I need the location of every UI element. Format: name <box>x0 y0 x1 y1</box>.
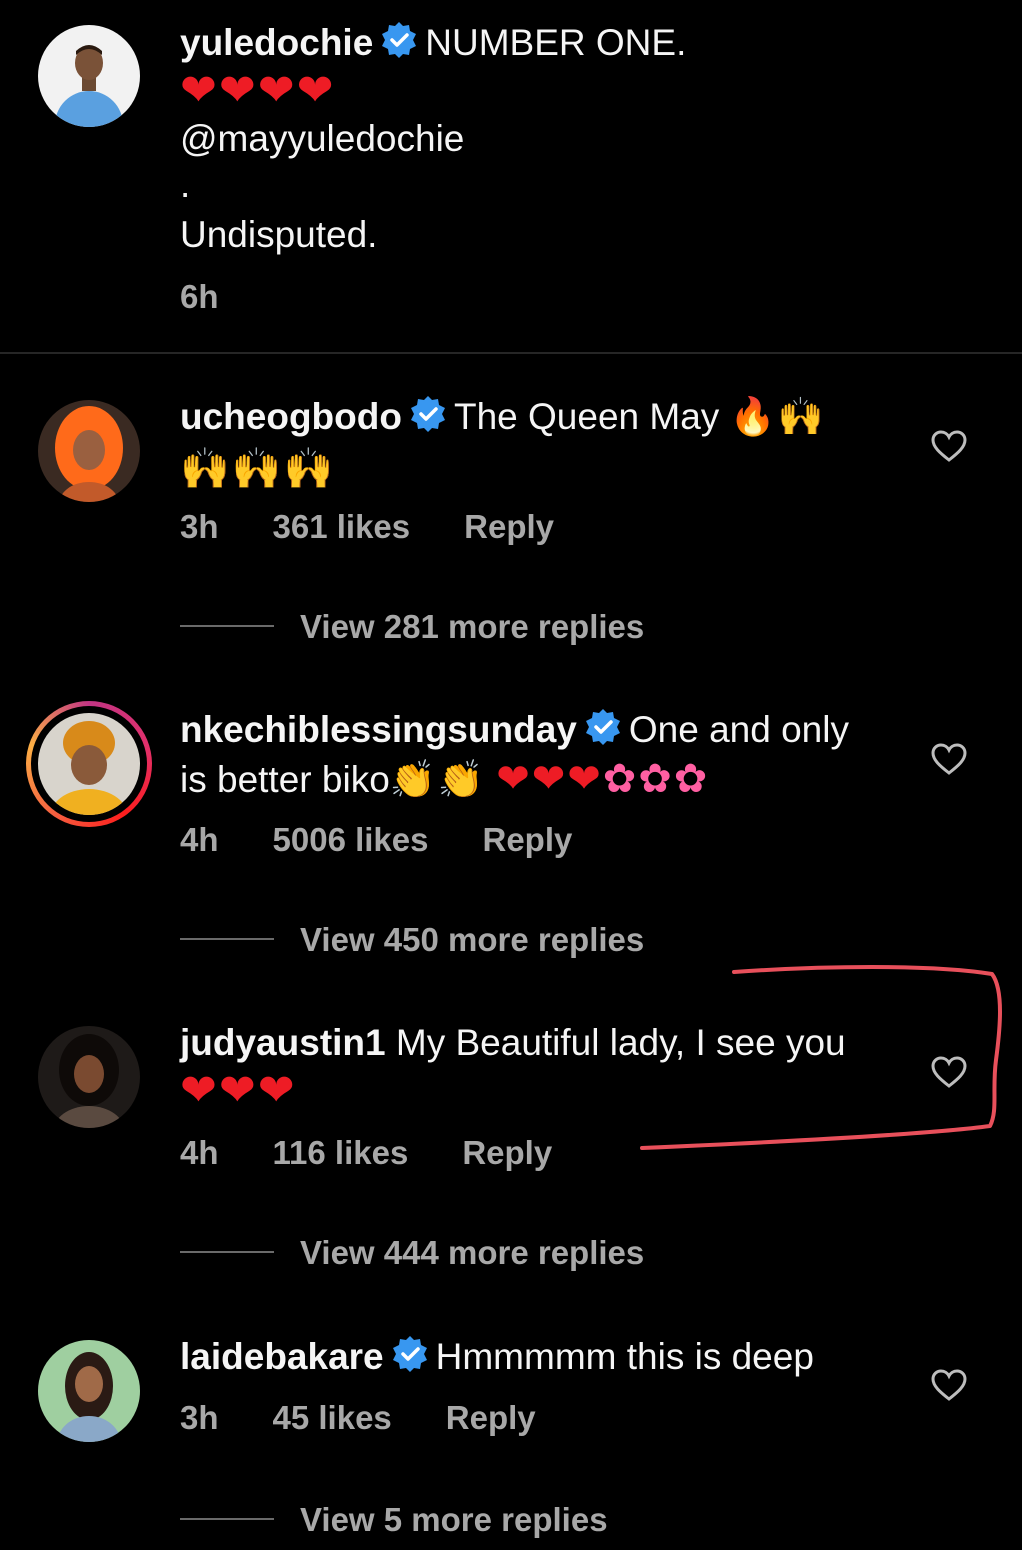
caption-line-1: yuledochie NUMBER ONE. <box>180 20 686 66</box>
comment-2-view-replies-label: View 450 more replies <box>300 921 645 958</box>
caption-timestamp: 6h <box>180 278 219 315</box>
caption-dot: . <box>180 164 191 205</box>
caption-username[interactable]: yuledochie <box>180 22 373 63</box>
avatar-ucheogbodo[interactable] <box>38 400 140 502</box>
comment-1-emoji-line: 🙌🙌🙌 <box>180 446 336 492</box>
comment-4-view-replies[interactable]: View 5 more replies <box>180 1501 608 1539</box>
view-replies-dash <box>180 625 274 627</box>
comment-3-hearts: ❤❤❤ <box>180 1065 297 1116</box>
comment-3-reply-button[interactable]: Reply <box>462 1134 552 1171</box>
comment-2-text-line-2: is better biko <box>180 759 390 800</box>
comment-1-username[interactable]: ucheogbodo <box>180 396 402 437</box>
comment-3-like-heart-icon[interactable] <box>930 1055 968 1089</box>
comment-3-likes[interactable]: 116 likes <box>273 1134 409 1171</box>
comment-2-meta: 4h 5006 likes Reply <box>180 821 626 859</box>
comment-2-likes[interactable]: 5006 likes <box>273 821 429 858</box>
comment-3-view-replies-label: View 444 more replies <box>300 1234 645 1271</box>
comment-2-clap-emoji: 👏👏 <box>389 758 486 801</box>
comment-4-line-1: laidebakare Hmmmmm this is deep <box>180 1334 814 1380</box>
verified-badge-icon <box>390 1334 430 1374</box>
comment-1-like-heart-icon[interactable] <box>930 429 968 463</box>
avatar-laidebakare-image <box>38 1340 140 1442</box>
caption-text-1: NUMBER ONE. <box>425 22 687 63</box>
comment-4-text: Hmmmmm this is deep <box>435 1336 814 1377</box>
comment-4-reply-button[interactable]: Reply <box>446 1399 536 1436</box>
comment-2-like-heart-icon[interactable] <box>930 742 968 776</box>
view-replies-dash <box>180 1251 274 1253</box>
comment-2-view-replies[interactable]: View 450 more replies <box>180 921 644 959</box>
caption-divider <box>0 352 1022 354</box>
comment-3-text: My Beautiful lady, I see you <box>395 1022 846 1063</box>
avatar-yuledochie-image <box>38 25 140 127</box>
avatar-judyaustin1[interactable] <box>38 1026 140 1128</box>
avatar-laidebakare[interactable] <box>38 1340 140 1442</box>
avatar-yuledochie[interactable] <box>38 25 140 127</box>
caption-text-undisputed: Undisputed. <box>180 214 378 255</box>
caption-hearts: ❤❤❤❤ <box>180 65 336 116</box>
caption-mention[interactable]: @mayyuledochie <box>180 116 464 162</box>
comment-1-view-replies[interactable]: View 281 more replies <box>180 608 644 646</box>
comment-2-time: 4h <box>180 821 219 858</box>
comment-1-view-replies-label: View 281 more replies <box>300 608 645 645</box>
comment-3-username[interactable]: judyaustin1 <box>180 1022 386 1063</box>
avatar-nkechiblessingsunday[interactable] <box>38 713 140 815</box>
avatar-ucheogbodo-image <box>38 400 140 502</box>
comment-3-meta: 4h 116 likes Reply <box>180 1134 606 1172</box>
comment-1-line-1: ucheogbodo The Queen May 🔥🙌 <box>180 394 826 440</box>
verified-badge-icon <box>408 394 448 434</box>
verified-badge-icon <box>583 707 623 747</box>
comment-1-meta: 3h 361 likes Reply <box>180 508 608 546</box>
comment-2-heart-emoji: ❤❤❤ <box>496 756 603 802</box>
comment-2-reply-button[interactable]: Reply <box>483 821 573 858</box>
comment-1-text: The Queen May <box>453 396 720 437</box>
comment-3-time: 4h <box>180 1134 219 1171</box>
avatar-nkechiblessingsunday-image <box>38 713 140 815</box>
comment-1-time: 3h <box>180 508 219 545</box>
comment-3-line-1: judyaustin1 My Beautiful lady, I see you <box>180 1020 846 1066</box>
comment-2-username[interactable]: nkechiblessingsunday <box>180 709 577 750</box>
view-replies-dash <box>180 938 274 940</box>
comment-4-meta: 3h 45 likes Reply <box>180 1399 590 1437</box>
comment-4-view-replies-label: View 5 more replies <box>300 1501 608 1538</box>
comment-4-likes[interactable]: 45 likes <box>273 1399 392 1436</box>
comment-2-line-2: is better biko👏👏 ❤❤❤✿✿✿ <box>180 756 709 803</box>
comment-4-username[interactable]: laidebakare <box>180 1336 384 1377</box>
verified-badge-icon <box>379 20 419 60</box>
view-replies-dash <box>180 1518 274 1520</box>
comment-2-flower-emoji: ✿✿✿ <box>602 756 710 802</box>
avatar-judyaustin1-image <box>38 1026 140 1128</box>
comment-2-line-1: nkechiblessingsunday One and only <box>180 707 849 753</box>
comment-1-reply-button[interactable]: Reply <box>464 508 554 545</box>
comment-4-like-heart-icon[interactable] <box>930 1368 968 1402</box>
comment-4-time: 3h <box>180 1399 219 1436</box>
comment-1-text-emoji: 🔥🙌 <box>729 395 826 438</box>
caption-time: 6h <box>180 278 273 316</box>
comment-2-text: One and only <box>628 709 849 750</box>
comment-1-likes[interactable]: 361 likes <box>273 508 411 545</box>
comment-3-view-replies[interactable]: View 444 more replies <box>180 1234 644 1272</box>
